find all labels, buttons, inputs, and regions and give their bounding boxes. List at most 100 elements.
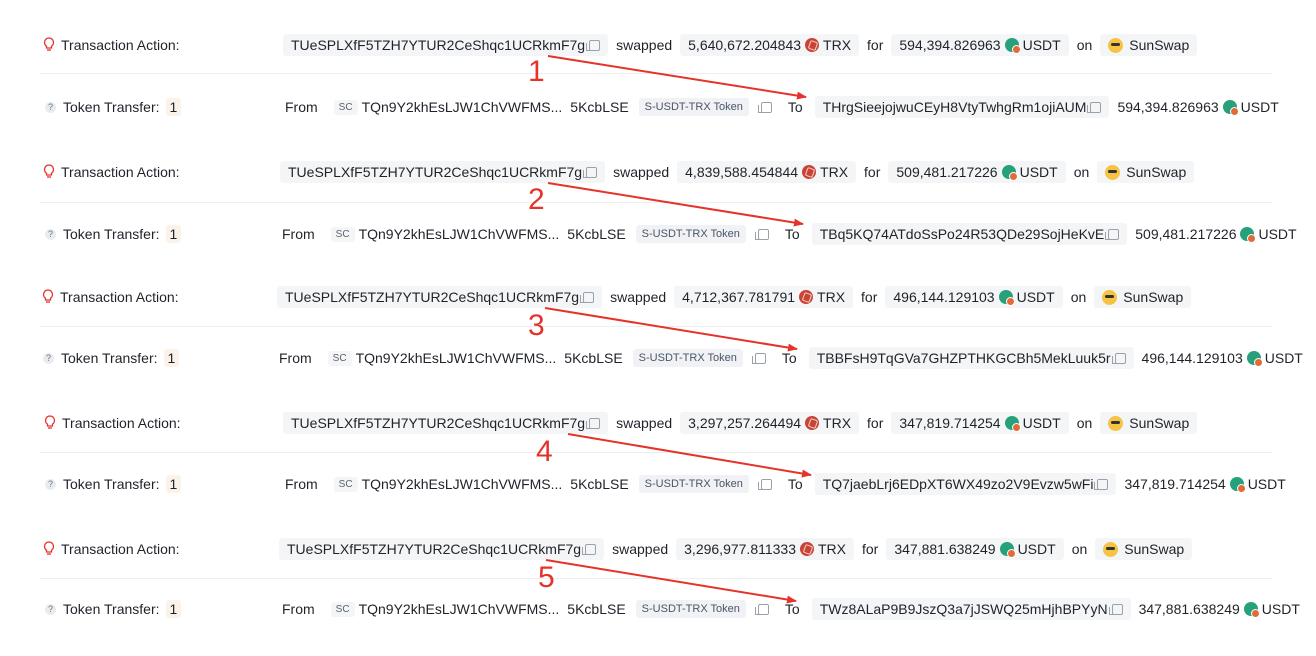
token-tag-text[interactable]: S-USDT-TRX Token [645,478,743,490]
dex-name[interactable]: SunSwap [1100,34,1198,56]
dex-name-text[interactable]: SunSwap [1123,289,1183,305]
from-address-tail[interactable]: 5KcbLSE [567,601,625,617]
to-address[interactable]: TWz8ALaP9B9JszQ3a7jJSWQ25mHjhBPYyN [811,598,1131,620]
to-address-text[interactable]: TBq5KQ74ATdoSsPo24R53QDe29SojHeKvE [820,226,1105,242]
dex-name[interactable]: SunSwap [1097,161,1195,183]
copy-icon[interactable] [1094,478,1109,490]
to-address[interactable]: TBBFsH9TqGVa7GHZPTHKGCBh5MekLuuk5r [808,347,1134,369]
to-address[interactable]: TQ7jaebLrj6EDpXT6WX49zo2V9Evzw5wFi [814,473,1117,495]
dex-name-text[interactable]: SunSwap [1124,541,1184,557]
copy-icon[interactable] [1105,228,1120,240]
dex-name-text[interactable]: SunSwap [1126,164,1186,180]
for-text: for [862,541,879,557]
usdt-symbol[interactable]: USDT [1017,289,1055,305]
to-address-text[interactable]: THrgSieejojwuCEyH8VtyTwhgRm1ojiAUM [823,99,1087,115]
actor-address-text[interactable]: TUeSPLXfF5TZH7YTUR2CeShqc1UCRkmF7g [288,164,582,180]
from-address-tail[interactable]: 5KcbLSE [567,226,625,242]
copy-icon[interactable] [1087,101,1102,113]
transaction-action-label: Transaction Action: [43,529,180,569]
trx-amount-text: 4,839,588.454844 [685,164,799,180]
from-address[interactable]: TQn9Y2khEsLJW1ChVWFMS... [362,99,563,115]
token-tag[interactable]: S-USDT-TRX Token [635,225,746,243]
token-tag[interactable]: S-USDT-TRX Token [638,98,749,116]
copy-icon[interactable] [757,478,772,490]
trx-symbol[interactable]: TRX [817,289,845,305]
copy-icon[interactable] [582,543,597,555]
to-text: To [787,476,803,492]
token-tag[interactable]: S-USDT-TRX Token [632,349,743,367]
copy-icon[interactable] [754,228,769,240]
trx-symbol[interactable]: TRX [823,415,851,431]
copy-icon[interactable] [586,417,601,429]
copy-icon[interactable] [583,166,598,178]
usdt-amount-text: 347,819.714254 [899,415,1001,431]
trx-symbol[interactable]: TRX [823,37,851,53]
usdt-symbol[interactable]: USDT [1258,226,1296,242]
actor-address-text[interactable]: TUeSPLXfF5TZH7YTUR2CeShqc1UCRkmF7g [291,37,585,53]
token-transfer-label: ? Token Transfer: 1 [45,87,182,127]
actor-address[interactable]: TUeSPLXfF5TZH7YTUR2CeShqc1UCRkmF7g [280,161,606,183]
actor-address-text[interactable]: TUeSPLXfF5TZH7YTUR2CeShqc1UCRkmF7g [287,541,581,557]
from-address[interactable]: TQn9Y2khEsLJW1ChVWFMS... [362,476,563,492]
from-address[interactable]: TQn9Y2khEsLJW1ChVWFMS... [359,601,560,617]
sunswap-icon [1108,37,1124,53]
dex-name[interactable]: SunSwap [1095,538,1193,560]
copy-icon[interactable] [751,352,766,364]
usdt-symbol[interactable]: USDT [1265,350,1303,366]
from-address[interactable]: TQn9Y2khEsLJW1ChVWFMS... [359,226,560,242]
trx-symbol[interactable]: TRX [820,164,848,180]
token-tag-text[interactable]: S-USDT-TRX Token [639,352,737,364]
transfer-content: From SC TQn9Y2khEsLJW1ChVWFMS... 5KcbLSE… [285,464,1294,504]
usdt-symbol[interactable]: USDT [1023,415,1061,431]
to-address-text[interactable]: TBBFsH9TqGVa7GHZPTHKGCBh5MekLuuk5r [817,350,1111,366]
usdt-symbol[interactable]: USDT [1241,99,1279,115]
usdt-amount: 509,481.217226 USDT [888,161,1066,183]
copy-icon[interactable] [754,603,769,615]
bulb-icon [44,415,56,429]
transfer-amount: 509,481.217226 USDT [1127,226,1304,243]
usdt-symbol[interactable]: USDT [1248,476,1286,492]
copy-icon[interactable] [1111,352,1126,364]
dex-name-text[interactable]: SunSwap [1129,415,1189,431]
usdt-symbol[interactable]: USDT [1262,601,1300,617]
dex-name[interactable]: SunSwap [1100,412,1198,434]
question-icon[interactable]: ? [45,603,56,615]
to-address-text[interactable]: TWz8ALaP9B9JszQ3a7jJSWQ25mHjhBPYyN [820,601,1108,617]
token-tag[interactable]: S-USDT-TRX Token [638,475,749,493]
to-address-text[interactable]: TQ7jaebLrj6EDpXT6WX49zo2V9Evzw5wFi [823,476,1094,492]
from-address-tail[interactable]: 5KcbLSE [570,476,628,492]
question-icon[interactable]: ? [45,101,56,113]
token-tag-text[interactable]: S-USDT-TRX Token [642,228,740,240]
token-tag-text[interactable]: S-USDT-TRX Token [642,603,740,615]
copy-icon[interactable] [580,291,595,303]
actor-address[interactable]: TUeSPLXfF5TZH7YTUR2CeShqc1UCRkmF7g [277,286,603,308]
usdt-token-icon [1243,602,1260,618]
token-tag-text[interactable]: S-USDT-TRX Token [645,101,743,113]
label-text: Token Transfer: [63,601,160,617]
dex-name[interactable]: SunSwap [1094,286,1192,308]
copy-icon[interactable] [586,39,601,51]
actor-address[interactable]: TUeSPLXfF5TZH7YTUR2CeShqc1UCRkmF7g [283,34,609,56]
usdt-token-icon [1240,227,1257,243]
actor-address[interactable]: TUeSPLXfF5TZH7YTUR2CeShqc1UCRkmF7g [279,538,605,560]
question-icon[interactable]: ? [45,478,56,490]
to-address[interactable]: TBq5KQ74ATdoSsPo24R53QDe29SojHeKvE [811,223,1128,245]
usdt-symbol[interactable]: USDT [1020,164,1058,180]
trx-symbol[interactable]: TRX [818,541,846,557]
usdt-symbol[interactable]: USDT [1018,541,1056,557]
question-icon[interactable]: ? [45,228,56,240]
question-icon[interactable]: ? [43,352,54,364]
to-address[interactable]: THrgSieejojwuCEyH8VtyTwhgRm1ojiAUM [814,96,1110,118]
token-tag[interactable]: S-USDT-TRX Token [635,600,746,618]
actor-address-text[interactable]: TUeSPLXfF5TZH7YTUR2CeShqc1UCRkmF7g [291,415,585,431]
copy-icon[interactable] [1108,603,1123,615]
from-address[interactable]: TQn9Y2khEsLJW1ChVWFMS... [356,350,557,366]
from-address-tail[interactable]: 5KcbLSE [570,99,628,115]
copy-icon[interactable] [757,101,772,113]
from-address-tail[interactable]: 5KcbLSE [564,350,622,366]
actor-address[interactable]: TUeSPLXfF5TZH7YTUR2CeShqc1UCRkmF7g [283,412,609,434]
usdt-amount-text: 509,481.217226 [896,164,998,180]
dex-name-text[interactable]: SunSwap [1129,37,1189,53]
usdt-symbol[interactable]: USDT [1023,37,1061,53]
actor-address-text[interactable]: TUeSPLXfF5TZH7YTUR2CeShqc1UCRkmF7g [285,289,579,305]
